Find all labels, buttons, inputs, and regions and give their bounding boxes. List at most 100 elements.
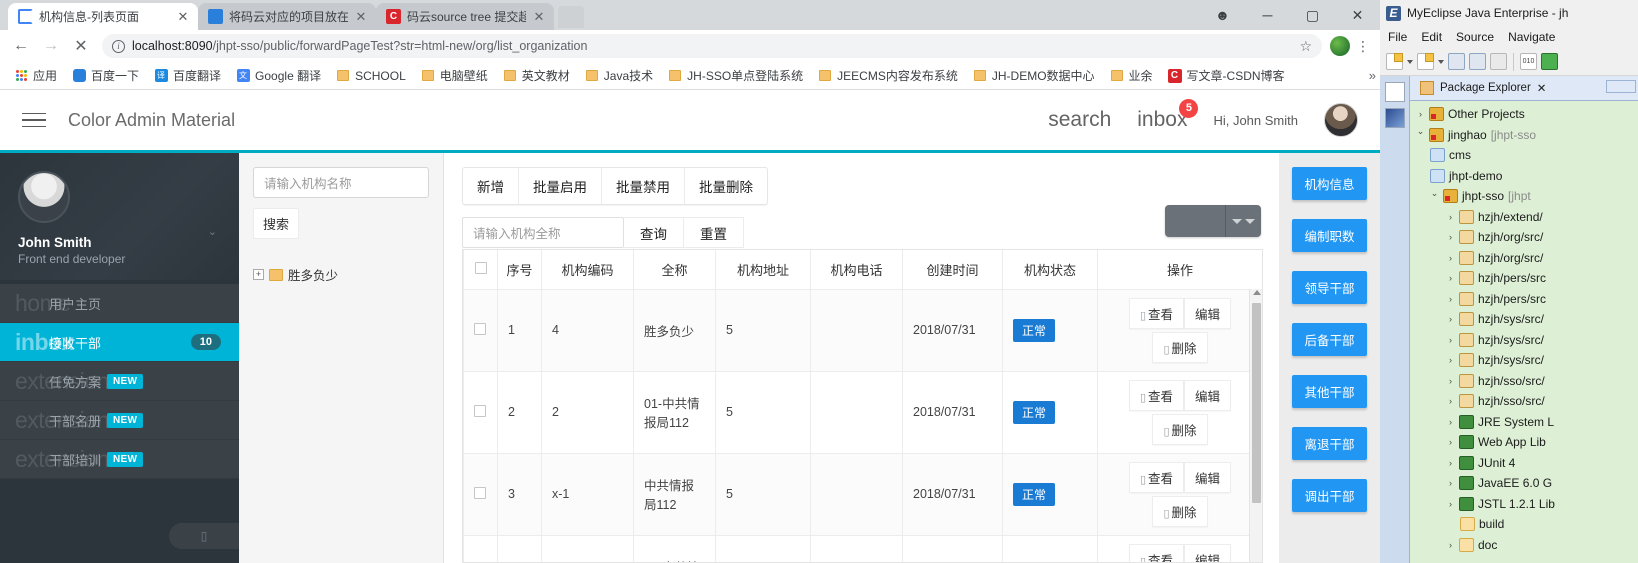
- sidebar-item-cadre-roster[interactable]: extensions 干部名册 NEW: [0, 401, 239, 440]
- bookmark-google-translate[interactable]: 文 Google 翻译: [230, 65, 327, 86]
- rail-button-retired-cadre[interactable]: 离退干部: [1292, 427, 1367, 460]
- account-icon[interactable]: ☻: [1200, 7, 1245, 23]
- tree-item[interactable]: hzjh/sys/src/: [1416, 309, 1638, 330]
- chevron-right-icon[interactable]: [1446, 335, 1455, 345]
- address-bar[interactable]: i localhost:8090/jhpt-sso/public/forward…: [102, 34, 1322, 58]
- rail-button-leading-cadre[interactable]: 领导干部: [1292, 271, 1367, 304]
- close-icon[interactable]: ✕: [354, 10, 368, 23]
- org-name-search-input[interactable]: 请输入机构名称: [253, 167, 429, 198]
- binary-icon[interactable]: 010: [1520, 53, 1537, 70]
- row-checkbox[interactable]: [474, 404, 486, 417]
- new-wizard-icon[interactable]: [1417, 53, 1434, 70]
- delete-button[interactable]: ▯ 删除: [1152, 495, 1208, 527]
- forward-button[interactable]: →: [38, 33, 64, 59]
- chevron-right-icon[interactable]: [1446, 437, 1455, 447]
- chevron-right-icon[interactable]: [1446, 458, 1455, 468]
- org-fullname-filter-input[interactable]: 请输入机构全称: [462, 217, 624, 248]
- browser-tab-3[interactable]: C 码云source tree 提交超 ✕: [376, 3, 554, 30]
- bookmark-english[interactable]: 英文教材: [497, 65, 576, 86]
- row-checkbox[interactable]: [474, 486, 486, 499]
- edit-button[interactable]: 编辑: [1184, 379, 1232, 411]
- chevron-right-icon[interactable]: [1446, 417, 1455, 427]
- inbox-link[interactable]: inbox 5: [1137, 99, 1199, 132]
- minimize-button[interactable]: ─: [1245, 7, 1290, 23]
- tree-item[interactable]: hzjh/pers/src: [1416, 289, 1638, 310]
- chevron-right-icon[interactable]: [1446, 376, 1455, 386]
- chevron-right-icon[interactable]: [1446, 253, 1455, 263]
- new-tab-button[interactable]: [558, 6, 584, 28]
- query-button[interactable]: 查询: [624, 217, 684, 248]
- tree-item[interactable]: doc: [1416, 535, 1638, 556]
- reset-button[interactable]: 重置: [684, 217, 744, 248]
- tree-item[interactable]: hzjh/org/src/: [1416, 248, 1638, 269]
- eclipse-view-menu-button[interactable]: [1606, 80, 1636, 93]
- bookmark-apps[interactable]: 应用: [8, 65, 63, 86]
- bookmark-school[interactable]: SCHOOL: [330, 67, 412, 85]
- chrome-menu-icon[interactable]: ⋮: [1354, 38, 1372, 55]
- chevron-right-icon[interactable]: [1446, 499, 1455, 509]
- chevron-down-icon[interactable]: ⌄: [208, 225, 217, 238]
- restore-view-icon[interactable]: [1384, 82, 1405, 102]
- sidebar-item-appointment-plan[interactable]: extensions 任免方案 NEW: [0, 362, 239, 401]
- tree-item[interactable]: hzjh/sso/src/: [1416, 371, 1638, 392]
- bookmarks-overflow-icon[interactable]: »: [1369, 68, 1376, 83]
- chevron-right-icon[interactable]: [1446, 232, 1455, 242]
- new-file-icon[interactable]: [1386, 53, 1403, 70]
- tree-item[interactable]: hzjh/sys/src/: [1416, 350, 1638, 371]
- scrollbar-thumb[interactable]: [1252, 303, 1261, 503]
- sidebar-profile[interactable]: John Smith Front end developer ⌄: [0, 153, 239, 280]
- view-button[interactable]: ▯ 查看: [1128, 379, 1185, 411]
- tree-item[interactable]: hzjh/pers/src: [1416, 268, 1638, 289]
- close-icon[interactable]: ✕: [1537, 81, 1547, 95]
- delete-button[interactable]: ▯ 删除: [1152, 331, 1208, 363]
- chevron-right-icon[interactable]: [1446, 540, 1455, 550]
- table-vertical-scrollbar[interactable]: [1249, 289, 1262, 562]
- scroll-up-icon[interactable]: [1253, 290, 1261, 295]
- view-button[interactable]: ▯ 查看: [1128, 297, 1185, 329]
- tree-item[interactable]: hzjh/extend/: [1416, 207, 1638, 228]
- print-icon[interactable]: [1490, 53, 1507, 70]
- close-icon[interactable]: ✕: [176, 10, 190, 23]
- chevron-down-icon[interactable]: [1416, 129, 1425, 140]
- tree-item[interactable]: jhpt-sso[jhpt: [1416, 186, 1638, 207]
- grey-split-dropdown-button[interactable]: [1165, 205, 1261, 237]
- bookmark-leisure[interactable]: 业余: [1104, 65, 1159, 86]
- close-window-button[interactable]: ✕: [1335, 7, 1380, 24]
- rail-button-reserve-cadre[interactable]: 后备干部: [1292, 323, 1367, 356]
- tree-item[interactable]: hzjh/org/src/: [1416, 227, 1638, 248]
- bookmark-java[interactable]: Java技术: [579, 65, 659, 86]
- chevron-right-icon[interactable]: [1446, 355, 1455, 365]
- delete-button[interactable]: ▯ 删除: [1152, 413, 1208, 445]
- save-icon[interactable]: [1448, 53, 1465, 70]
- chevron-right-icon[interactable]: [1446, 314, 1455, 324]
- edit-button[interactable]: 编辑: [1184, 461, 1232, 493]
- tree-item[interactable]: JSTL 1.2.1 Lib: [1416, 494, 1638, 515]
- bookmark-jeecms[interactable]: JEECMS内容发布系统: [812, 65, 964, 86]
- select-all-checkbox[interactable]: [474, 261, 487, 274]
- bookmark-jh-demo[interactable]: JH-DEMO数据中心: [967, 65, 1101, 86]
- bookmark-baidu[interactable]: 百度一下: [66, 65, 145, 86]
- rail-button-staffing[interactable]: 编制职数: [1292, 219, 1367, 252]
- chevron-right-icon[interactable]: [1416, 109, 1425, 119]
- org-tree-node[interactable]: + 胜多负少: [253, 265, 429, 284]
- chevron-right-icon[interactable]: [1446, 273, 1455, 283]
- stop-button[interactable]: ✕: [68, 33, 94, 59]
- chevron-right-icon[interactable]: [1446, 212, 1455, 222]
- expand-icon[interactable]: +: [253, 269, 264, 280]
- browser-tab-2[interactable]: 将码云对应的项目放在阿 ✕: [198, 3, 376, 30]
- tree-item[interactable]: jhpt-demo: [1416, 166, 1638, 187]
- chevron-right-icon[interactable]: [1446, 396, 1455, 406]
- save-all-icon[interactable]: [1469, 53, 1486, 70]
- view-button[interactable]: ▯ 查看: [1128, 461, 1185, 493]
- org-search-button[interactable]: 搜索: [253, 208, 300, 239]
- table-row[interactable]: 1 4 胜多负少 5 2018/07/31 正常 ▯ 查看 编辑 ▯ 删除: [463, 288, 1262, 372]
- tree-item[interactable]: build: [1416, 514, 1638, 535]
- chevron-down-icon[interactable]: [1430, 191, 1439, 202]
- tree-item[interactable]: hzjh/sso/src/: [1416, 391, 1638, 412]
- browser-tab-1[interactable]: 机构信息-列表页面 ✕: [8, 3, 198, 30]
- tree-item[interactable]: cms: [1416, 145, 1638, 166]
- batch-disable-button[interactable]: 批量禁用: [602, 168, 685, 204]
- grey-button-caret[interactable]: [1225, 205, 1261, 237]
- add-button[interactable]: 新增: [463, 168, 519, 204]
- rail-button-transferred-cadre[interactable]: 调出干部: [1292, 479, 1367, 512]
